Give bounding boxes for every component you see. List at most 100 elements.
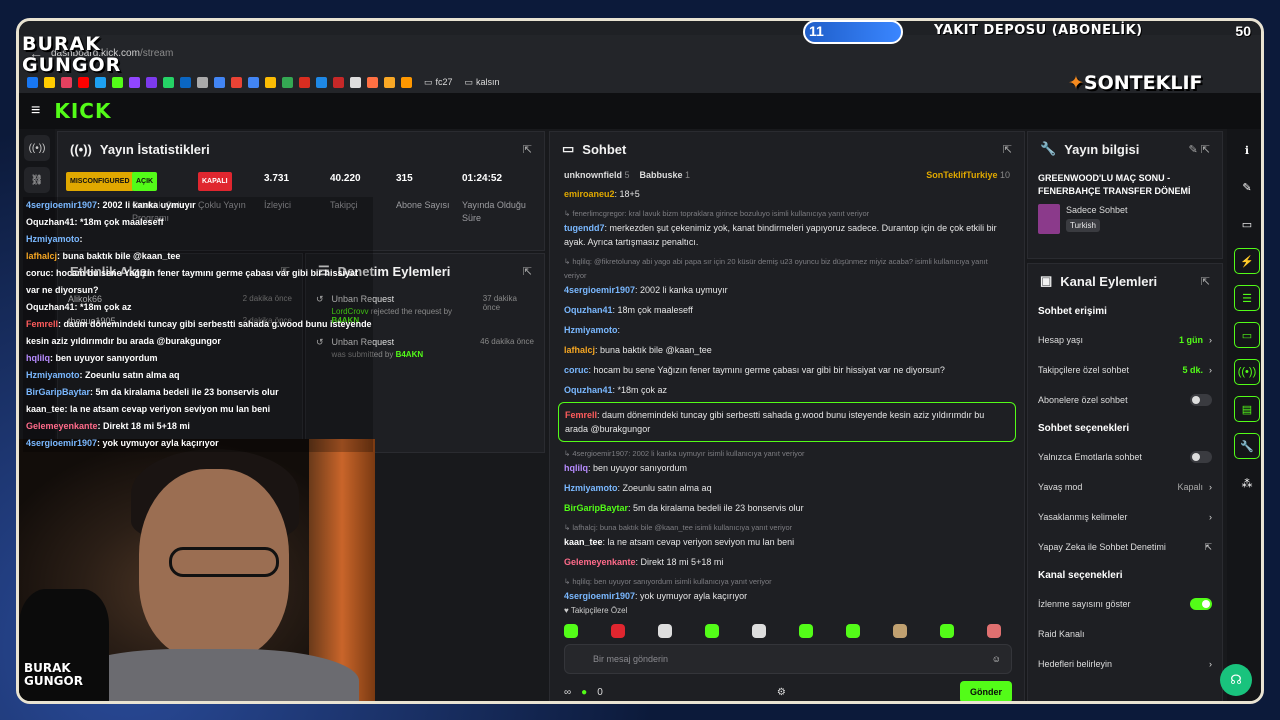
chat-username[interactable]: hqlilq (564, 463, 588, 473)
channel-option[interactable]: Hedefleri belirleyin › (1028, 649, 1222, 679)
wrench-icon[interactable]: 🔧 (1234, 433, 1260, 459)
chevron-right-icon[interactable]: › (1209, 659, 1212, 669)
send-button[interactable]: Gönder (959, 681, 1012, 701)
chat-username[interactable]: Hzmiyamoto (564, 325, 618, 335)
chat-username[interactable]: BirGaripBaytar (564, 503, 628, 513)
whatsapp-icon[interactable] (163, 76, 174, 88)
chat-username[interactable]: Hzmiyamoto (564, 483, 618, 493)
chat-icon[interactable]: ▭ (1234, 322, 1260, 348)
leaderboard-entry[interactable]: SonTeklifTurkiye 10 (926, 170, 1010, 180)
overlay-chat-user: Hzmiyamoto (26, 370, 80, 380)
channel-option[interactable]: Raid Kanalı (1028, 619, 1222, 649)
linkedin-icon[interactable] (180, 76, 191, 88)
chat-username[interactable]: emiroaneu2 (564, 189, 615, 199)
popout-icon[interactable]: ⇱ (523, 143, 532, 156)
toggle-switch[interactable] (1190, 451, 1212, 463)
kick-logo[interactable]: KICK (54, 99, 111, 123)
chevron-right-icon[interactable]: › (1209, 512, 1212, 522)
emote-icon[interactable] (987, 624, 1001, 638)
chat-username[interactable]: kaan_tee (564, 537, 603, 547)
bookmark-icon[interactable] (146, 76, 157, 88)
chat-username[interactable]: coruc (564, 365, 589, 375)
emote-icon[interactable] (846, 624, 860, 638)
info-icon[interactable]: ℹ (1234, 137, 1260, 163)
bookmark-icon[interactable] (384, 76, 395, 88)
bookmark-folder-kalsin[interactable]: ▭ kalsın (465, 77, 500, 88)
popout-icon[interactable]: ⇱ (523, 265, 532, 278)
pencil-icon[interactable]: ✎ (1234, 174, 1260, 200)
channel-option[interactable]: İzlenme sayısını göster (1028, 589, 1222, 619)
channel-option[interactable]: Yasaklanmış kelimeler › (1028, 502, 1222, 532)
channel-option[interactable]: Yapay Zeka ile Sohbet Denetimi ⇱ (1028, 532, 1222, 562)
popout-icon[interactable]: ⇱ (1003, 143, 1012, 156)
drive-icon[interactable] (265, 76, 276, 88)
chat-username[interactable]: 4sergioemir1907 (564, 591, 635, 601)
status-badge: KAPALI (198, 172, 232, 191)
people-icon[interactable]: ⁂ (1234, 470, 1260, 496)
gmail-icon[interactable] (231, 76, 242, 88)
gemini-icon[interactable] (214, 76, 225, 88)
emote-icon[interactable] (658, 624, 672, 638)
chat-username[interactable]: 4sergioemir1907 (564, 285, 635, 295)
bookmark-folder-fc27[interactable]: ▭ fc27 (424, 77, 453, 88)
channel-option[interactable]: Yavaş mod Kapalı › (1028, 472, 1222, 502)
bookmark-icon[interactable] (197, 76, 208, 88)
emote-icon[interactable] (611, 624, 625, 638)
infinity-icon[interactable]: ∞ (564, 687, 571, 698)
card-icon[interactable]: ▭ (1234, 211, 1260, 237)
chat-text: : yok uymuyor ayla kaçırıyor (635, 591, 748, 601)
channel-option[interactable]: Abonelere özel sohbet (1028, 385, 1222, 415)
toggle-switch[interactable] (1190, 394, 1212, 406)
support-button[interactable]: ☊ (1220, 664, 1252, 696)
twitch-icon[interactable] (129, 76, 140, 88)
channel-option[interactable]: Yalnızca Emotlarla sohbet (1028, 442, 1222, 472)
external-link-icon[interactable]: ⇱ (1204, 542, 1212, 553)
link-icon[interactable]: ⛓ (24, 167, 50, 193)
emote-icon[interactable] (799, 624, 813, 638)
chat-input[interactable]: Bir mesaj gönderin ☺ (564, 644, 1012, 674)
leaderboard-entry[interactable]: unknownfield 5 (564, 170, 630, 180)
emote-icon[interactable] (752, 624, 766, 638)
channel-option[interactable]: Hesap yaşı 1 gün › (1028, 325, 1222, 355)
chat-username[interactable]: tugendd7 (564, 223, 605, 233)
bookmark-icon[interactable] (316, 76, 327, 88)
broadcast-icon[interactable]: ((•)) (24, 135, 50, 161)
popout-icon[interactable]: ⇱ (1201, 275, 1210, 288)
channel-option[interactable]: Takipçilere özel sohbet 5 dk. › (1028, 355, 1222, 385)
overlay-chat-text: : ben uyuyor sanıyordum (50, 353, 158, 363)
chat-username[interactable]: Gelemeyenkante (564, 557, 636, 567)
chat-username[interactable]: Femrell (565, 410, 597, 420)
emoji-icon[interactable]: ☺ (992, 654, 1001, 664)
chat-username[interactable]: Oquzhan41 (564, 305, 613, 315)
chevron-right-icon[interactable]: › (1209, 335, 1212, 345)
bookmark-icon[interactable] (350, 76, 361, 88)
chevron-right-icon[interactable]: › (1209, 365, 1212, 375)
lightning-icon[interactable]: ⚡ (1234, 248, 1260, 274)
broadcast-icon[interactable]: ((•)) (1234, 359, 1260, 385)
chevron-right-icon[interactable]: › (1209, 482, 1212, 492)
emote-icon[interactable] (705, 624, 719, 638)
toggle-switch[interactable] (1190, 598, 1212, 610)
kick-points-icon[interactable]: ● (581, 687, 587, 698)
clipboard-icon[interactable]: ▤ (1234, 396, 1260, 422)
leaderboard-entry[interactable]: Babbuske 1 (640, 170, 691, 180)
bookmark-icon[interactable] (299, 76, 310, 88)
bookmark-icon[interactable] (367, 76, 378, 88)
docs-icon[interactable] (248, 76, 259, 88)
edit-icon[interactable]: ✎ ⇱ (1189, 143, 1211, 156)
settings-gear-icon[interactable]: ⚙ (777, 687, 786, 698)
chat-username[interactable]: lafhalcj (564, 345, 595, 355)
emote-icon[interactable] (893, 624, 907, 638)
overlay-chat-text: : (79, 234, 83, 244)
sheets-icon[interactable] (282, 76, 293, 88)
emote-icon[interactable] (564, 624, 578, 638)
emote-icon[interactable] (940, 624, 954, 638)
bookmark-icon[interactable] (333, 76, 344, 88)
chat-username[interactable]: Oquzhan41 (564, 385, 613, 395)
list-icon[interactable]: ☰ (1234, 285, 1260, 311)
category-thumbnail (1038, 204, 1060, 234)
hamburger-menu-icon[interactable]: ≡ (31, 102, 40, 120)
chat-icon: ▭ (562, 141, 575, 156)
moderation-target[interactable]: B4AKN (396, 350, 424, 359)
bookmark-icon[interactable] (401, 76, 412, 88)
